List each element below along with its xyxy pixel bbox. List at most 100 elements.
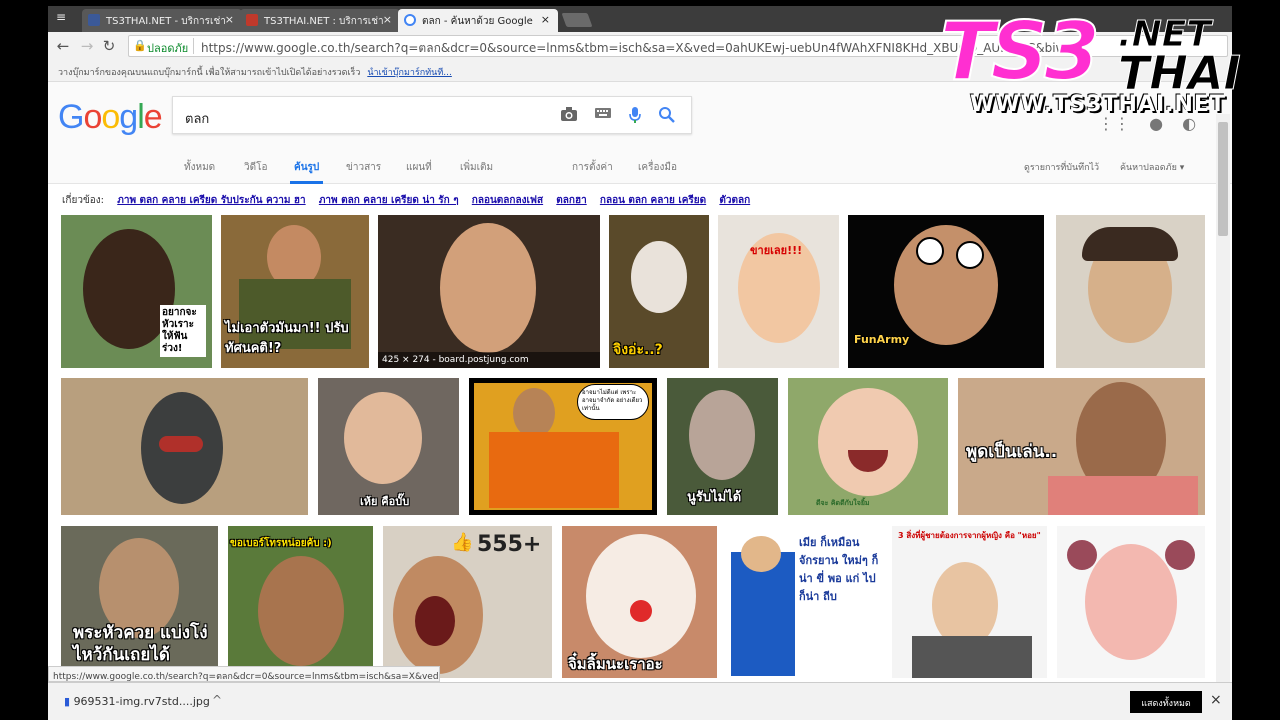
tab-settings[interactable]: การตั้งค่า xyxy=(572,160,613,175)
image-caption: จิ๋มลิ้มนะเราอะ xyxy=(568,655,663,673)
tab-maps[interactable]: แผนที่ xyxy=(406,160,432,175)
google-logo[interactable]: Google xyxy=(58,98,163,137)
search-box[interactable]: ตลก xyxy=(172,96,692,134)
image-result[interactable]: จิ๋มลิ้มนะเราอะ xyxy=(562,526,717,678)
tab-title: ตลก - ค้นหาด้วย Google xyxy=(422,16,533,27)
tab-images[interactable]: ค้นรูป xyxy=(289,160,324,184)
google-icon xyxy=(404,14,416,26)
keyboard-icon[interactable] xyxy=(593,106,613,126)
watermark-ts3: TS3 xyxy=(939,5,1101,98)
image-caption: ขอเบอร์โทรหน่อยค้บ :) xyxy=(230,538,332,549)
menu-icon[interactable]: ≡ xyxy=(52,10,70,26)
suit-shape xyxy=(912,636,1032,678)
image-caption: จิงอ่ะ..? xyxy=(613,342,663,358)
tab-title: TS3THAI.NET - บริการเช่า xyxy=(106,16,226,27)
image-result[interactable]: จิงอ่ะ..? xyxy=(609,215,709,368)
image-caption: พระหัวควย แบ่งโง่ไหว้กันเถยได้ xyxy=(73,623,208,665)
related-chip[interactable]: ตลกฮา xyxy=(556,195,586,206)
image-result[interactable]: 👍 555+ xyxy=(383,526,552,678)
speech-bubble: อาจมาไม่ดีแต่ เพราะอาจมาจำกัด อย่างเดียว… xyxy=(577,384,649,420)
related-chip[interactable]: กลอนตลกลงเฟส xyxy=(472,195,543,206)
image-result[interactable]: ขายเลย!!! xyxy=(718,215,839,368)
close-icon[interactable]: × xyxy=(383,13,392,26)
saved-images-link[interactable]: ดูรายการที่บันทึกไว้ xyxy=(1024,160,1099,174)
image-result[interactable]: ขอเบอร์โทรหน่อยค้บ :) xyxy=(228,526,373,678)
image-result[interactable]: ดีจะ คิดดีกับใจยิ้ม xyxy=(788,378,948,515)
search-icon[interactable] xyxy=(657,106,677,126)
image-caption: พูดเป็นเล่น.. xyxy=(966,442,1058,462)
image-result[interactable]: เห้ย คือบั๊บ xyxy=(318,378,459,515)
robe-shape xyxy=(489,432,619,508)
download-item[interactable]: ▮ 969531-img.rv7std....jpg xyxy=(64,695,210,708)
tab-more[interactable]: เพิ่มเติม xyxy=(460,160,493,175)
image-caption: เมีย ก็เหมือน จักรยาน ใหม่ๆ ก็น่า ขี่ พอ… xyxy=(799,536,879,603)
search-input[interactable]: ตลก xyxy=(185,108,209,129)
watermark-url: WWW.TS3THAI.NET xyxy=(970,92,1226,117)
face-shape xyxy=(1085,544,1177,660)
face-shape xyxy=(894,225,998,345)
face-shape xyxy=(586,534,696,658)
face-shape xyxy=(631,241,687,313)
logo-letter: G xyxy=(58,98,84,136)
new-tab-button[interactable] xyxy=(561,13,593,27)
face-shape xyxy=(818,388,918,496)
image-result[interactable]: ไม่เอาตัวมันมา!! ปรับทัศนคติ!? xyxy=(221,215,369,368)
image-result[interactable]: FunArmy xyxy=(848,215,1044,368)
tab-1[interactable]: TS3THAI.NET - บริการเช่า × xyxy=(82,9,242,32)
image-result[interactable]: 3 สิ่งที่ผู้ชายต้องการจากผู้หญิง คือ "หอ… xyxy=(892,526,1047,678)
image-result[interactable]: อยากจะ หัวเราะ ให้ฟัน ร่วง! xyxy=(61,215,212,368)
close-icon[interactable]: × xyxy=(1210,692,1222,708)
image-result[interactable]: พระหัวควย แบ่งโง่ไหว้กันเถยได้ xyxy=(61,526,218,678)
image-result[interactable] xyxy=(1056,215,1205,368)
divider xyxy=(193,38,194,54)
bookmark-hint: วางบุ๊กมาร์กของคุณบนแถบบุ๊กมาร์กนี้ เพื่… xyxy=(58,68,361,78)
image-result[interactable]: พูดเป็นเล่น.. xyxy=(958,378,1205,515)
camera-icon[interactable] xyxy=(559,106,579,126)
related-chip[interactable]: ภาพ ตลก คลาย เครียด รับประกัน ความ ฮา xyxy=(117,195,305,206)
related-chip[interactable]: ตัวตลก xyxy=(719,195,750,206)
face-shape xyxy=(741,536,781,572)
face-shape xyxy=(689,390,755,480)
tab-3-active[interactable]: ตลก - ค้นหาด้วย Google × xyxy=(398,9,558,32)
download-bar: ▮ 969531-img.rv7std....jpg ^ แสดงทั้งหมด… xyxy=(48,682,1232,720)
image-result[interactable] xyxy=(1057,526,1205,678)
tab-news[interactable]: ข่าวสาร xyxy=(346,160,381,175)
image-result[interactable]: อาจมาไม่ดีแต่ เพราะอาจมาจำกัด อย่างเดียว… xyxy=(469,378,657,515)
scrollbar-thumb[interactable] xyxy=(1218,122,1228,236)
import-bookmarks-link[interactable]: นำเข้าบุ๊กมาร์กทันที... xyxy=(367,68,452,78)
related-chip[interactable]: กลอน ตลก คลาย เครียด xyxy=(600,195,706,206)
image-caption: ขายเลย!!! xyxy=(750,244,803,257)
image-result[interactable] xyxy=(61,378,308,515)
related-searches: เกี่ยวข้อง: ภาพ ตลก คลาย เครียด รับประกั… xyxy=(48,184,1232,214)
image-result[interactable]: 425 × 274 - board.postjung.com xyxy=(378,215,600,368)
related-chip[interactable]: ภาพ ตลก คลาย เครียด น่า รัก ๆ xyxy=(319,195,459,206)
show-all-button[interactable]: แสดงทั้งหมด xyxy=(1130,691,1202,713)
back-icon[interactable]: ← xyxy=(54,37,72,55)
chevron-up-icon[interactable]: ^ xyxy=(212,693,222,707)
hair-bun xyxy=(1067,540,1097,570)
shirt-shape xyxy=(1048,476,1198,515)
image-caption: เห้ย คือบั๊บ xyxy=(360,495,410,508)
close-icon[interactable]: × xyxy=(541,13,550,26)
image-caption: 3 สิ่งที่ผู้ชายต้องการจากผู้หญิง คือ "หอ… xyxy=(898,531,1041,540)
face-shape xyxy=(344,392,422,484)
clown-nose xyxy=(630,600,652,622)
close-icon[interactable]: × xyxy=(225,13,234,26)
image-result[interactable]: นูรับไม่ได้ xyxy=(667,378,778,515)
tab-videos[interactable]: วิดีโอ xyxy=(244,160,268,175)
face-shape xyxy=(258,556,344,666)
tab-tools[interactable]: เครื่องมือ xyxy=(638,160,677,175)
image-result[interactable]: เมีย ก็เหมือน จักรยาน ใหม่ๆ ก็น่า ขี่ พอ… xyxy=(727,526,882,678)
download-filename: 969531-img.rv7std....jpg xyxy=(73,695,210,708)
search-tabs: ทั้งหมด วิดีโอ ค้นรูป ข่าวสาร แผนที่ เพิ… xyxy=(48,144,1232,184)
image-caption: ดีจะ คิดดีกับใจยิ้ม xyxy=(816,499,870,507)
site-icon xyxy=(246,14,258,26)
forward-icon[interactable]: → xyxy=(78,37,96,55)
hair-bun xyxy=(1165,540,1195,570)
tab-2[interactable]: TS3THAI.NET : บริการเช่า × xyxy=(240,9,400,32)
microphone-icon[interactable] xyxy=(625,106,645,126)
reload-icon[interactable]: ↻ xyxy=(100,37,118,55)
tab-all[interactable]: ทั้งหมด xyxy=(184,160,215,175)
image-caption: FunArmy xyxy=(854,333,910,346)
safesearch-dropdown[interactable]: ค้นหาปลอดภัย ▾ xyxy=(1120,160,1184,174)
